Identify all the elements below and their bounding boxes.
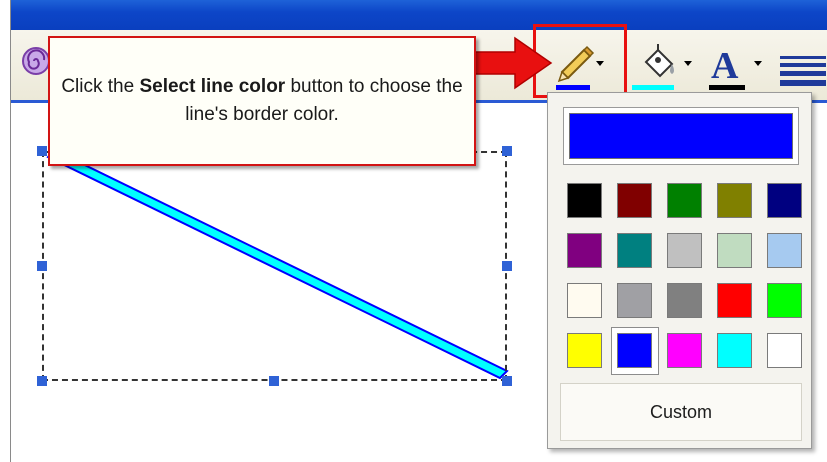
- color-swatch: [767, 183, 802, 218]
- fill-color-bar: [632, 85, 674, 90]
- color-swatch-cell[interactable]: [611, 227, 659, 275]
- color-swatch: [667, 183, 702, 218]
- color-swatch-cell[interactable]: [661, 177, 709, 225]
- color-swatch: [717, 233, 752, 268]
- selection-box: [42, 151, 507, 381]
- color-swatch: [617, 233, 652, 268]
- callout-text: Click the Select line color button to ch…: [60, 73, 464, 129]
- color-swatch-cell[interactable]: [711, 227, 759, 275]
- paint-bucket-icon: [632, 44, 692, 90]
- color-swatch: [617, 333, 652, 368]
- resize-handle-bottom-right[interactable]: [502, 376, 512, 386]
- color-swatch-cell[interactable]: [711, 177, 759, 225]
- color-swatch: [567, 233, 602, 268]
- callout-arrow: [473, 36, 553, 90]
- editor-window: A Custom Click the Select line color but…: [10, 0, 827, 462]
- color-swatch-cell[interactable]: [711, 277, 759, 325]
- line-style-icon: [780, 56, 826, 86]
- color-swatch: [667, 333, 702, 368]
- spiral-logo-icon[interactable]: [21, 46, 51, 76]
- resize-handle-top-right[interactable]: [502, 146, 512, 156]
- font-color-icon: A: [709, 45, 762, 90]
- color-swatch: [717, 333, 752, 368]
- color-swatch-cell[interactable]: [761, 277, 809, 325]
- color-swatch-cell[interactable]: [661, 227, 709, 275]
- resize-handle-top-left[interactable]: [37, 146, 47, 156]
- color-swatch-cell[interactable]: [761, 177, 809, 225]
- callout-text-bold: Select line color: [139, 76, 286, 97]
- line-style-button[interactable]: [776, 30, 827, 100]
- color-swatch-cell[interactable]: [661, 327, 709, 375]
- color-swatch-cell[interactable]: [611, 327, 659, 375]
- color-palette-popup: Custom: [547, 92, 812, 449]
- color-swatch-cell[interactable]: [711, 327, 759, 375]
- fill-color-button[interactable]: [626, 30, 696, 100]
- color-swatch: [617, 283, 652, 318]
- color-swatch-cell[interactable]: [561, 277, 609, 325]
- font-color-bar: [709, 85, 745, 90]
- color-swatch: [767, 283, 802, 318]
- color-swatch-cell[interactable]: [561, 227, 609, 275]
- resize-handle-bottom-middle[interactable]: [269, 376, 279, 386]
- color-swatch-cell[interactable]: [761, 327, 809, 375]
- color-swatch: [617, 183, 652, 218]
- custom-color-button[interactable]: Custom: [560, 383, 802, 441]
- color-swatch-cell[interactable]: [611, 277, 659, 325]
- color-swatch: [667, 283, 702, 318]
- resize-handle-bottom-left[interactable]: [37, 376, 47, 386]
- callout-text-before: Click the: [61, 76, 140, 97]
- color-swatch: [567, 333, 602, 368]
- instruction-callout: Click the Select line color button to ch…: [48, 36, 476, 166]
- color-swatch: [767, 233, 802, 268]
- color-swatch-cell[interactable]: [561, 177, 609, 225]
- title-bar: [11, 0, 827, 30]
- chevron-down-icon: [684, 61, 692, 66]
- color-swatch-cell[interactable]: [561, 327, 609, 375]
- current-color-preview[interactable]: [563, 107, 799, 165]
- chevron-down-icon: [754, 61, 762, 66]
- color-swatch: [567, 183, 602, 218]
- color-swatch: [717, 183, 752, 218]
- window-edge: [0, 0, 10, 462]
- color-swatch: [717, 283, 752, 318]
- color-swatch-cell[interactable]: [661, 277, 709, 325]
- font-color-letter: A: [711, 45, 739, 87]
- color-swatch-cell[interactable]: [761, 227, 809, 275]
- swatch-grid: [561, 177, 806, 377]
- color-swatch: [667, 233, 702, 268]
- current-color-swatch: [569, 113, 793, 159]
- resize-handle-middle-right[interactable]: [502, 261, 512, 271]
- screen: A Custom Click the Select line color but…: [0, 0, 827, 462]
- color-swatch: [767, 333, 802, 368]
- color-swatch: [567, 283, 602, 318]
- resize-handle-middle-left[interactable]: [37, 261, 47, 271]
- color-swatch-cell[interactable]: [611, 177, 659, 225]
- font-color-button[interactable]: A: [701, 30, 763, 100]
